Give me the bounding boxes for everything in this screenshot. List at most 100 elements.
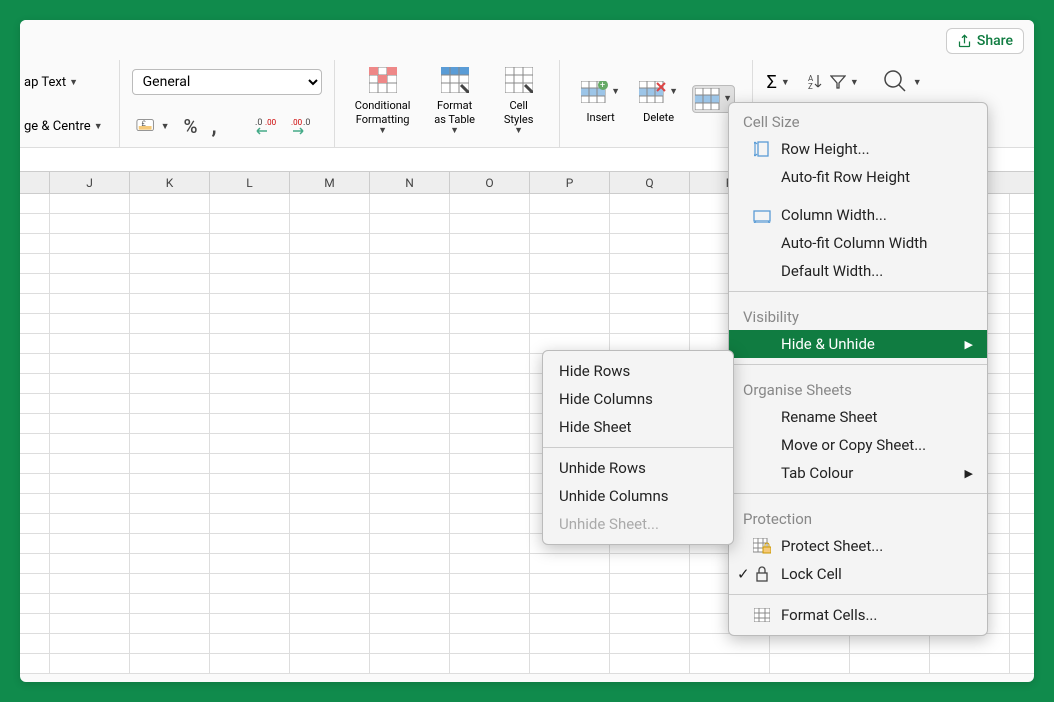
grid-cell[interactable]	[130, 374, 210, 393]
col-header[interactable]: N	[370, 172, 450, 193]
grid-cell[interactable]	[210, 314, 290, 333]
col-header[interactable]: O	[450, 172, 530, 193]
grid-cell[interactable]	[850, 654, 930, 673]
grid-cell[interactable]	[450, 494, 530, 513]
grid-cell[interactable]	[20, 214, 50, 233]
grid-cell[interactable]	[530, 254, 610, 273]
percent-button[interactable]: %	[180, 113, 202, 140]
grid-cell[interactable]	[370, 554, 450, 573]
menu-tab-colour[interactable]: Tab Colour▶	[729, 459, 987, 487]
grid-cell[interactable]	[20, 434, 50, 453]
grid-cell[interactable]	[210, 334, 290, 353]
grid-cell[interactable]	[930, 654, 1010, 673]
autosum-button[interactable]: Σ▼	[765, 70, 792, 95]
grid-cell[interactable]	[290, 274, 370, 293]
grid-cell[interactable]	[530, 654, 610, 673]
grid-cell[interactable]	[130, 294, 210, 313]
grid-row[interactable]	[20, 634, 1034, 654]
grid-cell[interactable]	[210, 414, 290, 433]
grid-cell[interactable]	[290, 494, 370, 513]
grid-cell[interactable]	[50, 254, 130, 273]
grid-cell[interactable]	[210, 494, 290, 513]
menu-autofit-col[interactable]: Auto-fit Column Width	[729, 229, 987, 257]
grid-cell[interactable]	[130, 214, 210, 233]
grid-cell[interactable]	[370, 634, 450, 653]
menu-lock-cell[interactable]: ✓ Lock Cell	[729, 560, 987, 588]
col-header[interactable]: M	[290, 172, 370, 193]
grid-cell[interactable]	[370, 534, 450, 553]
grid-cell[interactable]	[610, 274, 690, 293]
grid-cell[interactable]	[130, 554, 210, 573]
grid-cell[interactable]	[450, 294, 530, 313]
grid-cell[interactable]	[210, 454, 290, 473]
grid-cell[interactable]	[50, 374, 130, 393]
grid-cell[interactable]	[450, 614, 530, 633]
grid-cell[interactable]	[50, 554, 130, 573]
grid-cell[interactable]	[130, 634, 210, 653]
grid-cell[interactable]	[210, 254, 290, 273]
grid-cell[interactable]	[130, 274, 210, 293]
menu-autofit-row[interactable]: Auto-fit Row Height	[729, 163, 987, 191]
col-header[interactable]: J	[50, 172, 130, 193]
grid-cell[interactable]	[50, 454, 130, 473]
grid-cell[interactable]	[930, 634, 1010, 653]
grid-cell[interactable]	[50, 314, 130, 333]
grid-cell[interactable]	[530, 634, 610, 653]
grid-cell[interactable]	[50, 394, 130, 413]
col-header[interactable]: L	[210, 172, 290, 193]
grid-cell[interactable]	[210, 554, 290, 573]
grid-cell[interactable]	[450, 414, 530, 433]
grid-cell[interactable]	[370, 294, 450, 313]
grid-cell[interactable]	[50, 634, 130, 653]
grid-cell[interactable]	[210, 274, 290, 293]
grid-cell[interactable]	[290, 394, 370, 413]
grid-cell[interactable]	[530, 614, 610, 633]
decrease-decimal-button[interactable]: .0.00	[251, 115, 281, 137]
menu-hide-rows[interactable]: Hide Rows	[543, 357, 733, 385]
grid-cell[interactable]	[50, 474, 130, 493]
grid-cell[interactable]	[290, 554, 370, 573]
menu-format-cells[interactable]: Format Cells...	[729, 601, 987, 629]
grid-cell[interactable]	[530, 554, 610, 573]
grid-cell[interactable]	[530, 314, 610, 333]
grid-cell[interactable]	[370, 494, 450, 513]
grid-cell[interactable]	[370, 574, 450, 593]
grid-cell[interactable]	[690, 634, 770, 653]
grid-cell[interactable]	[610, 614, 690, 633]
grid-cell[interactable]	[290, 214, 370, 233]
grid-cell[interactable]	[450, 314, 530, 333]
grid-cell[interactable]	[20, 514, 50, 533]
grid-cell[interactable]	[370, 354, 450, 373]
grid-cell[interactable]	[450, 634, 530, 653]
grid-cell[interactable]	[450, 654, 530, 673]
grid-cell[interactable]	[290, 334, 370, 353]
grid-cell[interactable]	[290, 594, 370, 613]
grid-cell[interactable]	[370, 654, 450, 673]
menu-move-copy-sheet[interactable]: Move or Copy Sheet...	[729, 431, 987, 459]
grid-cell[interactable]	[210, 194, 290, 213]
grid-cell[interactable]	[20, 334, 50, 353]
grid-cell[interactable]	[130, 574, 210, 593]
grid-cell[interactable]	[20, 354, 50, 373]
grid-cell[interactable]	[50, 614, 130, 633]
grid-cell[interactable]	[210, 654, 290, 673]
grid-cell[interactable]	[50, 494, 130, 513]
grid-cell[interactable]	[610, 254, 690, 273]
grid-cell[interactable]	[450, 274, 530, 293]
grid-cell[interactable]	[370, 314, 450, 333]
grid-cell[interactable]	[20, 634, 50, 653]
grid-cell[interactable]	[130, 254, 210, 273]
grid-cell[interactable]	[210, 614, 290, 633]
grid-cell[interactable]	[290, 614, 370, 633]
grid-cell[interactable]	[290, 654, 370, 673]
grid-cell[interactable]	[290, 514, 370, 533]
grid-cell[interactable]	[450, 394, 530, 413]
grid-cell[interactable]	[50, 334, 130, 353]
grid-cell[interactable]	[850, 634, 930, 653]
grid-cell[interactable]	[370, 594, 450, 613]
grid-cell[interactable]	[610, 634, 690, 653]
grid-cell[interactable]	[210, 594, 290, 613]
grid-cell[interactable]	[130, 194, 210, 213]
grid-cell[interactable]	[210, 234, 290, 253]
grid-cell[interactable]	[210, 354, 290, 373]
